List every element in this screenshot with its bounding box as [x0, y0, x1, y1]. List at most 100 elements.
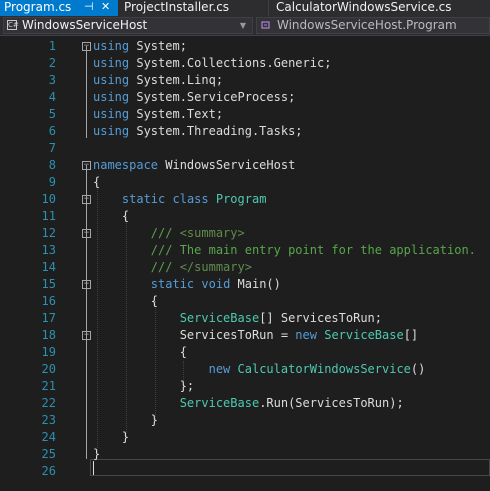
- code-text: {: [93, 175, 101, 189]
- tab-calculatorwindowsservice-cs[interactable]: CalculatorWindowsService.cs: [269, 0, 490, 16]
- code-line[interactable]: 10 − static class Program: [0, 191, 490, 208]
- code-text: new CalculatorWindowsService(): [208, 362, 426, 376]
- line-number: 23: [41, 413, 56, 427]
- line-number: 9: [48, 175, 56, 189]
- code-line[interactable]: 23 }: [0, 412, 490, 429]
- code-text: ServicesToRun = new ServiceBase[]: [93, 328, 419, 342]
- pin-icon[interactable]: ⊣: [84, 0, 94, 14]
- code-text: using System.ServiceProcess;: [93, 90, 296, 104]
- code-text: static void Main(): [150, 277, 281, 291]
- code-editor[interactable]: 1− using System; 2 using System.Collections…: [0, 36, 490, 491]
- code-text: using System.Collections.Generic;: [93, 56, 332, 70]
- line-number: 24: [41, 430, 56, 444]
- code-line[interactable]: 19 {: [0, 344, 490, 361]
- line-number: 4: [48, 90, 56, 104]
- chevron-down-icon[interactable]: ▼: [240, 18, 246, 33]
- code-text: /// <summary>: [150, 226, 245, 240]
- code-line[interactable]: 5 using System.Text;: [0, 106, 490, 123]
- csharp-project-icon: C#: [7, 20, 19, 30]
- line-number: 16: [41, 294, 56, 308]
- code-line[interactable]: 11 {: [0, 208, 490, 225]
- line-number: 7: [48, 141, 56, 155]
- project-dropdown[interactable]: C# WindowsServiceHost ▼: [3, 17, 253, 34]
- code-line[interactable]: 21 };: [0, 378, 490, 395]
- code-text: using System;: [93, 39, 187, 53]
- line-number: 21: [41, 379, 56, 393]
- code-text: }: [93, 447, 101, 461]
- code-line[interactable]: 24 }: [0, 429, 490, 446]
- tab-projectinstaller-cs[interactable]: ProjectInstaller.cs: [118, 0, 268, 16]
- line-number: 3: [48, 73, 56, 87]
- code-text: ServiceBase[] ServicesToRun;: [179, 311, 383, 325]
- code-text: }: [93, 430, 130, 444]
- code-text: /// </summary>: [150, 260, 252, 274]
- project-dropdown-value: WindowsServiceHost: [22, 18, 148, 32]
- line-number: 14: [41, 260, 56, 274]
- code-line[interactable]: 8 − namespace WindowsServiceHost: [0, 157, 490, 174]
- code-line[interactable]: 7: [0, 140, 490, 157]
- line-number: 25: [41, 447, 56, 461]
- line-number: 10: [41, 192, 56, 206]
- line-number: 1: [48, 39, 56, 53]
- line-number: 8: [48, 158, 56, 172]
- member-dropdown[interactable]: WindowsServiceHost.Program: [256, 17, 490, 34]
- collapse-toggle-icon[interactable]: −: [82, 161, 91, 170]
- tab-label: ProjectInstaller.cs: [124, 0, 230, 14]
- code-line[interactable]: 2 using System.Collections.Generic;: [0, 55, 490, 72]
- line-number: 18: [41, 328, 56, 342]
- code-text: using System.Text;: [93, 107, 224, 121]
- code-text: };: [93, 379, 195, 393]
- line-number: 13: [41, 243, 56, 257]
- code-text: ServiceBase.Run(ServicesToRun);: [179, 396, 404, 410]
- code-line[interactable]: 17 ServiceBase[] ServicesToRun;: [0, 310, 490, 327]
- line-number: 6: [48, 124, 56, 138]
- tab-program-cs[interactable]: Program.cs ⊣ ✕: [0, 0, 118, 16]
- navigation-bar: C# WindowsServiceHost ▼ WindowsServiceHo…: [0, 16, 490, 36]
- code-text: {: [93, 209, 130, 223]
- line-number: 17: [41, 311, 56, 325]
- member-dropdown-value: WindowsServiceHost.Program: [277, 18, 457, 32]
- code-line[interactable]: 4 using System.ServiceProcess;: [0, 89, 490, 106]
- code-text: using System.Threading.Tasks;: [93, 124, 303, 138]
- code-line[interactable]: 22 ServiceBase.Run(ServicesToRun);: [0, 395, 490, 412]
- close-icon[interactable]: ✕: [101, 0, 110, 14]
- code-line[interactable]: 3 using System.Linq;: [0, 72, 490, 89]
- line-number: 2: [48, 56, 56, 70]
- collapse-toggle-icon[interactable]: −: [82, 195, 91, 204]
- class-member-icon: [261, 21, 270, 29]
- code-line[interactable]: 9{: [0, 174, 490, 191]
- code-text: static class Program: [121, 192, 267, 206]
- collapse-toggle-icon[interactable]: −: [82, 42, 91, 51]
- tab-label: CalculatorWindowsService.cs: [276, 0, 452, 14]
- code-text: namespace WindowsServiceHost: [93, 158, 296, 172]
- line-number: 26: [41, 464, 56, 478]
- code-line[interactable]: 6 using System.Threading.Tasks;: [0, 123, 490, 140]
- code-text: {: [93, 345, 187, 359]
- line-number: 15: [41, 277, 56, 291]
- line-number: 19: [41, 345, 56, 359]
- code-line[interactable]: 15 − static void Main(): [0, 276, 490, 293]
- code-line[interactable]: 13 /// The main entry point for the appl…: [0, 242, 490, 259]
- document-tab-strip: Program.cs ⊣ ✕ ProjectInstaller.cs Calcu…: [0, 0, 490, 16]
- code-text: {: [93, 294, 159, 308]
- code-text: /// The main entry point for the applica…: [150, 243, 476, 257]
- collapse-toggle-icon[interactable]: −: [82, 280, 91, 289]
- code-line[interactable]: 25}: [0, 446, 490, 463]
- tab-label: Program.cs: [4, 0, 72, 14]
- code-line[interactable]: 18 − ServicesToRun = new ServiceBase[]: [0, 327, 490, 344]
- code-line[interactable]: 20 new CalculatorWindowsService(): [0, 361, 490, 378]
- code-line[interactable]: 26: [0, 463, 490, 480]
- code-line[interactable]: 1 − using System;: [0, 38, 490, 55]
- line-number: 20: [41, 362, 56, 376]
- code-line[interactable]: 12 − /// <summary>: [0, 225, 490, 242]
- line-number: 5: [48, 107, 56, 121]
- code-text: }: [93, 413, 159, 427]
- collapse-toggle-icon[interactable]: −: [82, 229, 91, 238]
- code-line[interactable]: 14 /// </summary>: [0, 259, 490, 276]
- line-number: 22: [41, 396, 56, 410]
- code-text: using System.Linq;: [93, 73, 224, 87]
- collapse-toggle-icon[interactable]: −: [82, 331, 91, 340]
- code-line[interactable]: 16 {: [0, 293, 490, 310]
- line-number: 11: [41, 209, 56, 223]
- line-number: 12: [41, 226, 56, 240]
